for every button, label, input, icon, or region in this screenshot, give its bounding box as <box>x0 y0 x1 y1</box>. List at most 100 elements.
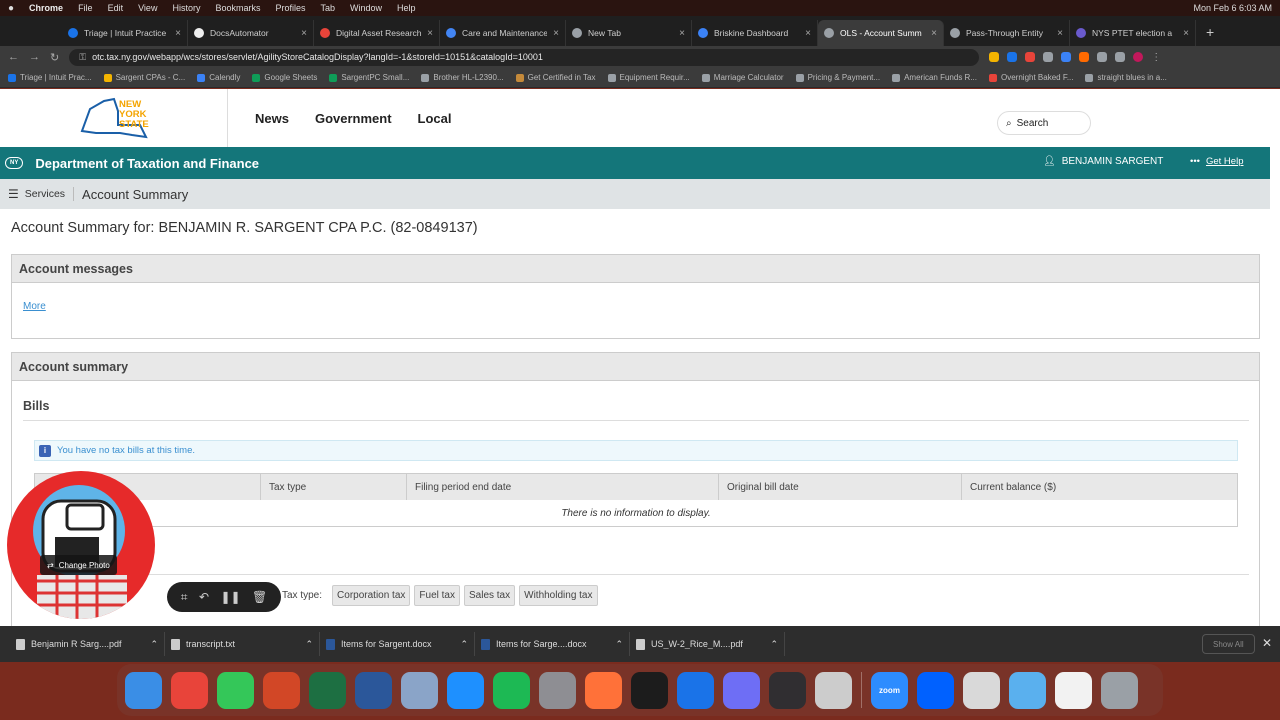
obs-icon[interactable] <box>769 671 806 709</box>
docs-app-icon[interactable] <box>677 671 714 709</box>
more-link[interactable]: More <box>23 301 46 312</box>
close-tab-icon[interactable]: × <box>805 28 811 39</box>
menu-window[interactable]: Window <box>350 3 382 13</box>
bookmark-item[interactable]: Triage | Intuit Prac... <box>8 73 92 82</box>
browser-tab[interactable]: Briskine Dashboard × <box>692 20 818 46</box>
system-preferences-icon[interactable] <box>539 671 576 709</box>
menu-file[interactable]: File <box>78 3 93 13</box>
menu-edit[interactable]: Edit <box>108 3 124 13</box>
text-file-icon[interactable] <box>1055 671 1092 709</box>
close-tab-icon[interactable]: × <box>301 28 307 39</box>
browser-tab[interactable]: New Tab × <box>566 20 692 46</box>
new-tab-icon[interactable]: + <box>1196 24 1224 46</box>
trash-icon[interactable] <box>1101 671 1138 709</box>
services-menu-button[interactable]: ☰ Services <box>8 187 75 201</box>
browser-tab[interactable]: OLS - Account Summ × <box>818 20 944 46</box>
trash-icon[interactable]: 🗑︎ <box>252 590 267 604</box>
extension-icon[interactable] <box>1043 51 1054 62</box>
word-icon[interactable] <box>355 671 392 709</box>
bookmark-item[interactable]: Sargent CPAs - C... <box>103 73 185 82</box>
bookmark-item[interactable]: straight blues in a... <box>1085 73 1167 82</box>
powerpoint-icon[interactable] <box>263 671 300 709</box>
filter-chip-fuel-tax[interactable]: Fuel tax <box>414 585 460 606</box>
chevron-up-icon[interactable]: ⌃ <box>460 639 468 650</box>
app-store-icon[interactable] <box>447 671 484 709</box>
close-tab-icon[interactable]: × <box>1183 28 1189 39</box>
messages-icon[interactable] <box>217 671 254 709</box>
extension-icon[interactable] <box>989 51 1000 62</box>
menu-tab[interactable]: Tab <box>321 3 336 13</box>
bookmark-item[interactable]: Brother HL-L2390... <box>421 73 504 82</box>
bookmark-item[interactable]: Pricing & Payment... <box>795 73 880 82</box>
nav-government[interactable]: Government <box>315 111 392 126</box>
close-tab-icon[interactable]: × <box>679 28 685 39</box>
table-header-cell[interactable]: Filing period end date <box>406 474 718 500</box>
browser-tab[interactable]: Digital Asset Research × <box>314 20 440 46</box>
bookmark-item[interactable]: Equipment Requir... <box>607 73 690 82</box>
extension-icon[interactable] <box>1007 51 1018 62</box>
table-header-cell[interactable]: Tax type <box>260 474 406 500</box>
extension-icon[interactable] <box>1097 51 1108 62</box>
reload-icon[interactable]: ↻ <box>50 51 59 64</box>
apple-icon[interactable]: ● <box>8 3 14 14</box>
chevron-up-icon[interactable]: ⌃ <box>770 639 778 650</box>
show-all-button[interactable]: Show All <box>1202 634 1255 654</box>
menu-history[interactable]: History <box>172 3 200 13</box>
extension-icon[interactable] <box>1061 51 1072 62</box>
menu-help[interactable]: Help <box>397 3 416 13</box>
nys-small-logo[interactable]: NY <box>5 157 24 169</box>
menu-profiles[interactable]: Profiles <box>275 3 305 13</box>
filter-chip-corporation-tax[interactable]: Corporation tax <box>332 585 411 606</box>
finder-icon[interactable] <box>125 671 162 709</box>
close-tab-icon[interactable]: × <box>175 28 181 39</box>
bookmark-item[interactable]: American Funds R... <box>892 73 977 82</box>
search-button[interactable]: ⌕ Search <box>997 111 1091 135</box>
browser-tab[interactable]: Triage | Intuit Practice × <box>62 20 188 46</box>
back-icon[interactable]: ← <box>8 51 19 63</box>
bookmark-item[interactable]: Get Certified in Tax <box>515 73 596 82</box>
change-photo-button[interactable]: ⇄ Change Photo <box>40 555 117 575</box>
firefox-icon[interactable] <box>585 671 622 709</box>
close-tab-icon[interactable]: × <box>1057 28 1063 39</box>
bookmark-item[interactable]: Marriage Calculator <box>701 73 784 82</box>
extension-icon[interactable] <box>1079 51 1090 62</box>
profile-avatar[interactable] <box>1133 51 1144 62</box>
remote-desktop-icon[interactable] <box>815 671 852 709</box>
user-menu[interactable]: 👤︎ BENJAMIN SARGENT <box>1043 156 1163 167</box>
table-header-cell[interactable]: Original bill date <box>718 474 961 500</box>
bookmark-item[interactable]: Calendly <box>197 73 240 82</box>
browser-tab[interactable]: DocsAutomator × <box>188 20 314 46</box>
url-bar[interactable]: ⚿ otc.tax.ny.gov/webapp/wcs/stores/servl… <box>69 48 980 66</box>
filter-chip-withholding-tax[interactable]: Withholding tax <box>519 585 598 606</box>
menu-view[interactable]: View <box>138 3 157 13</box>
folder-icon[interactable] <box>1009 671 1046 709</box>
menu-app-name[interactable]: Chrome <box>29 3 63 13</box>
filter-chip-sales-tax[interactable]: Sales tax <box>463 585 516 606</box>
bookmark-item[interactable]: Google Sheets <box>252 73 317 82</box>
excel-icon[interactable] <box>309 671 346 709</box>
download-item[interactable]: Items for Sarge....docx ⌃ <box>475 632 630 656</box>
bookmark-item[interactable]: Overnight Baked F... <box>989 73 1073 82</box>
download-item[interactable]: Benjamin R Sarg....pdf ⌃ <box>10 632 165 656</box>
more-menu-icon[interactable]: ⋮ <box>1151 52 1161 63</box>
close-tab-icon[interactable]: × <box>931 28 937 39</box>
browser-tab[interactable]: NYS PTET election a × <box>1070 20 1196 46</box>
activity-monitor-icon[interactable] <box>631 671 668 709</box>
get-help-link[interactable]: Get Help <box>1206 156 1244 167</box>
chrome-icon[interactable] <box>171 671 208 709</box>
webcam-avatar[interactable] <box>7 471 155 619</box>
extension-icon[interactable] <box>1025 51 1036 62</box>
nav-news[interactable]: News <box>255 111 289 126</box>
zoom-icon[interactable]: zoom <box>871 671 908 709</box>
close-icon[interactable]: ✕ <box>1262 636 1272 650</box>
table-header-cell[interactable]: Current balance ($) <box>961 474 1237 500</box>
browser-tab[interactable]: Pass-Through Entity × <box>944 20 1070 46</box>
chevron-up-icon[interactable]: ⌃ <box>150 639 158 650</box>
undo-icon[interactable]: ↶ <box>199 590 209 604</box>
close-tab-icon[interactable]: × <box>553 28 559 39</box>
forward-icon[interactable]: → <box>29 51 40 63</box>
download-item[interactable]: US_W-2_Rice_M....pdf ⌃ <box>630 632 785 656</box>
nav-local[interactable]: Local <box>418 111 452 126</box>
preview-icon[interactable] <box>401 671 438 709</box>
menubar-clock[interactable]: Mon Feb 6 6:03 AM <box>1193 3 1272 13</box>
